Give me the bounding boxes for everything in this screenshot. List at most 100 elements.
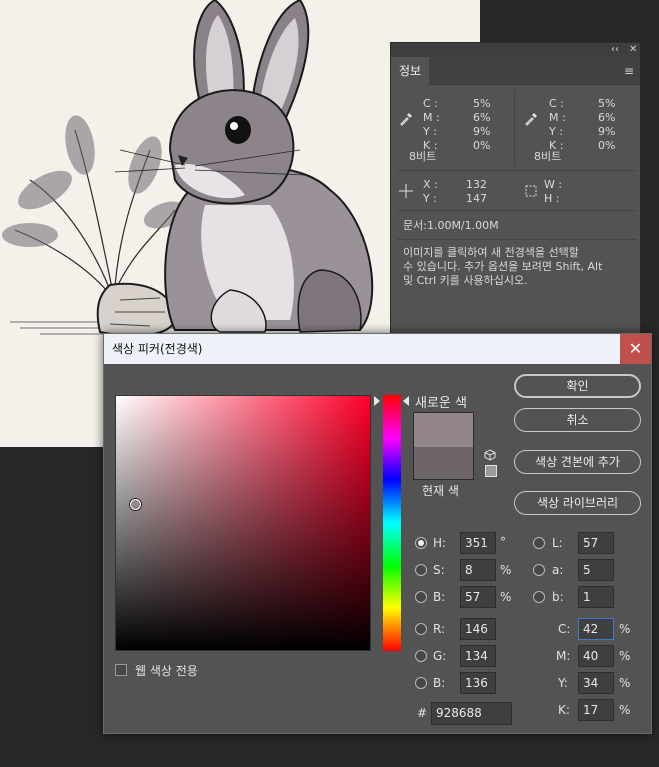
blue-radio[interactable] bbox=[415, 677, 427, 689]
info-divider bbox=[397, 239, 636, 240]
hue-radio[interactable] bbox=[415, 537, 427, 549]
current-color-swatch[interactable] bbox=[414, 447, 473, 479]
ok-button[interactable]: 확인 bbox=[514, 374, 641, 398]
lab-a-label: a: bbox=[552, 563, 564, 577]
color-picker-marker[interactable] bbox=[130, 499, 141, 510]
brightness-radio[interactable] bbox=[415, 591, 427, 603]
hue-slider[interactable] bbox=[383, 395, 401, 651]
add-to-swatches-button[interactable]: 색상 견본에 추가 bbox=[514, 450, 641, 474]
left-y-value: 9% bbox=[473, 125, 491, 138]
black-label: K: bbox=[558, 703, 570, 717]
yellow-label: Y: bbox=[558, 676, 568, 690]
saturation-brightness-field[interactable] bbox=[115, 395, 371, 651]
web-colors-only-label: 웹 색상 전용 bbox=[135, 664, 198, 678]
lab-l-label: L: bbox=[552, 536, 563, 550]
green-input[interactable]: 134 bbox=[460, 645, 496, 667]
hue-slider-handle-left[interactable] bbox=[374, 396, 380, 406]
hex-label: # bbox=[417, 706, 428, 720]
percent-unit: % bbox=[619, 703, 631, 717]
dialog-titlebar[interactable]: 색상 피커(전경색) ✕ bbox=[104, 334, 651, 364]
saturation-input[interactable]: 8 bbox=[460, 559, 496, 581]
cyan-input[interactable]: 42 bbox=[578, 618, 614, 640]
color-comparison-swatch bbox=[413, 412, 474, 480]
collapse-panel-icon[interactable]: ‹‹ bbox=[611, 43, 619, 57]
brightness-label: B: bbox=[433, 590, 446, 604]
gamut-warning-cube-icon[interactable] bbox=[484, 449, 496, 461]
lab-a-input[interactable]: 5 bbox=[578, 559, 614, 581]
right-c-label: C : bbox=[549, 97, 564, 110]
close-icon[interactable]: ✕ bbox=[620, 334, 651, 364]
degree-unit: ° bbox=[500, 535, 506, 549]
right-c-value: 5% bbox=[598, 97, 616, 110]
hue-input[interactable]: 351 bbox=[460, 532, 496, 554]
left-bit-depth: 8비트 bbox=[409, 150, 437, 163]
hint-line-1: 이미지를 클릭하여 새 전경색을 선택할 bbox=[403, 246, 579, 259]
lab-b-input[interactable]: 1 bbox=[578, 586, 614, 608]
x-value: 132 bbox=[466, 178, 487, 191]
percent-unit: % bbox=[500, 590, 512, 604]
left-m-value: 6% bbox=[473, 111, 491, 124]
right-m-label: M : bbox=[549, 111, 566, 124]
info-divider bbox=[397, 170, 636, 171]
percent-unit: % bbox=[619, 622, 631, 636]
left-c-label: C : bbox=[423, 97, 438, 110]
cancel-button[interactable]: 취소 bbox=[514, 408, 641, 432]
left-m-label: M : bbox=[423, 111, 440, 124]
saturation-radio[interactable] bbox=[415, 564, 427, 576]
blue-label: B: bbox=[433, 676, 446, 690]
left-k-value: 0% bbox=[473, 139, 491, 152]
red-radio[interactable] bbox=[415, 623, 427, 635]
hue-slider-handle-right[interactable] bbox=[403, 396, 409, 406]
dialog-title: 색상 피커(전경색) bbox=[112, 342, 203, 356]
hint-line-3: 및 Ctrl 키를 사용하십시오. bbox=[403, 274, 528, 287]
black-input[interactable]: 17 bbox=[578, 699, 614, 721]
info-panel-topbar: ‹‹ ✕ bbox=[391, 43, 640, 57]
red-label: R: bbox=[433, 622, 446, 636]
left-c-value: 5% bbox=[473, 97, 491, 110]
info-tab-row: 정보 ≡ bbox=[391, 57, 640, 85]
tab-info[interactable]: 정보 bbox=[391, 57, 429, 85]
y-value: 147 bbox=[466, 192, 487, 205]
right-y-value: 9% bbox=[598, 125, 616, 138]
right-m-value: 6% bbox=[598, 111, 616, 124]
right-k-value: 0% bbox=[598, 139, 616, 152]
green-radio[interactable] bbox=[415, 650, 427, 662]
cyan-label: C: bbox=[558, 622, 571, 636]
right-bit-depth: 8비트 bbox=[534, 150, 562, 163]
crosshair-icon bbox=[399, 184, 413, 198]
lab-l-radio[interactable] bbox=[533, 537, 545, 549]
new-color-swatch bbox=[414, 413, 473, 447]
web-safe-color-swatch[interactable] bbox=[485, 465, 497, 477]
percent-unit: % bbox=[619, 649, 631, 663]
green-label: G: bbox=[433, 649, 447, 663]
color-libraries-button[interactable]: 색상 라이브러리 bbox=[514, 491, 641, 515]
magenta-input[interactable]: 40 bbox=[578, 645, 614, 667]
document-size-info: 문서:1.00M/1.00M bbox=[403, 219, 499, 232]
info-divider bbox=[514, 89, 515, 167]
hint-line-2: 수 있습니다. 추가 옵션을 보려면 Shift, Alt bbox=[403, 260, 603, 273]
eyedropper-icon bbox=[525, 113, 537, 126]
info-divider bbox=[397, 210, 636, 211]
left-y-label: Y : bbox=[423, 125, 437, 138]
red-input[interactable]: 146 bbox=[460, 618, 496, 640]
blue-input[interactable]: 136 bbox=[460, 672, 496, 694]
lab-b-label: b: bbox=[552, 590, 564, 604]
y-label: Y : bbox=[423, 192, 437, 205]
info-panel: ‹‹ ✕ 정보 ≡ C : M : Y : K : 5% 6% 9% 0% 8비… bbox=[390, 42, 641, 352]
web-colors-only-checkbox[interactable] bbox=[115, 664, 127, 676]
lab-l-input[interactable]: 57 bbox=[578, 532, 614, 554]
percent-unit: % bbox=[619, 676, 631, 690]
panel-menu-icon[interactable]: ≡ bbox=[624, 65, 634, 77]
color-picker-dialog: 색상 피커(전경색) ✕ 새로운 색 현재 색 확인 취소 색상 견본에 추가 … bbox=[103, 333, 652, 734]
lab-b-radio[interactable] bbox=[533, 591, 545, 603]
current-color-label: 현재 색 bbox=[422, 484, 459, 498]
close-panel-icon[interactable]: ✕ bbox=[629, 43, 637, 57]
new-color-label: 새로운 색 bbox=[415, 396, 467, 411]
yellow-input[interactable]: 34 bbox=[578, 672, 614, 694]
lab-a-radio[interactable] bbox=[533, 564, 545, 576]
brightness-input[interactable]: 57 bbox=[460, 586, 496, 608]
percent-unit: % bbox=[500, 563, 512, 577]
x-label: X : bbox=[423, 178, 438, 191]
hex-input[interactable]: 928688 bbox=[431, 702, 512, 725]
h-label: H : bbox=[544, 192, 560, 205]
